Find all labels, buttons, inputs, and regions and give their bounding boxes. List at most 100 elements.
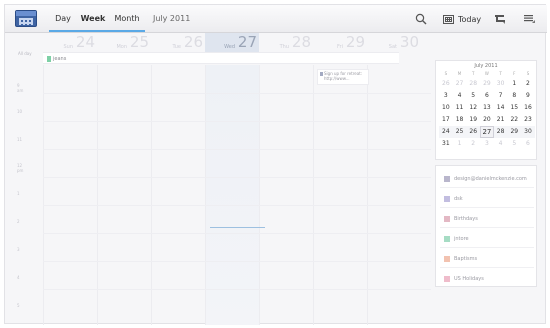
mini-day[interactable]: 28 xyxy=(493,126,508,138)
mini-day[interactable]: 4 xyxy=(494,138,508,150)
tab-week[interactable]: Week xyxy=(77,5,109,33)
mini-day[interactable]: 25 xyxy=(452,126,467,138)
mini-day[interactable]: 4 xyxy=(453,90,467,102)
calendar-list-item[interactable]: design@danielmckenzie.com xyxy=(444,174,527,184)
calendar-list-item[interactable]: jntore xyxy=(444,234,469,244)
mini-day[interactable]: 2 xyxy=(466,138,480,150)
mini-month-calendar: July 2011 S M T W T F S 26 27 28 29 30 1… xyxy=(435,60,537,160)
calendar-list-item[interactable]: dsk xyxy=(444,194,463,204)
day-column-today[interactable] xyxy=(205,65,259,325)
tab-day[interactable]: Day xyxy=(49,5,77,33)
calendar-select-icon[interactable] xyxy=(494,14,506,24)
calendar-app-icon[interactable] xyxy=(15,10,37,27)
calendar-list-item[interactable]: US Holidays xyxy=(444,274,484,284)
day-header-sun[interactable]: Sun 24 xyxy=(43,33,97,52)
mini-day[interactable]: 29 xyxy=(507,126,522,138)
mini-month-week: 17 18 19 20 21 22 23 xyxy=(439,114,535,126)
mini-day[interactable]: 15 xyxy=(507,102,521,114)
mini-day[interactable]: 24 xyxy=(439,126,453,138)
day-name: Mon xyxy=(116,44,127,50)
mini-day[interactable]: 14 xyxy=(494,102,508,114)
mini-day[interactable]: 22 xyxy=(507,114,521,126)
mini-day[interactable]: 1 xyxy=(453,138,467,150)
event-color-chip xyxy=(320,72,323,76)
day-header-sat[interactable]: Sat 30 xyxy=(367,33,421,52)
mini-day[interactable]: 20 xyxy=(480,114,494,126)
mini-day[interactable]: 8 xyxy=(507,90,521,102)
hour-line xyxy=(43,289,431,290)
mini-day[interactable]: 7 xyxy=(494,90,508,102)
mini-day[interactable]: 17 xyxy=(439,114,453,126)
calendar-name: Baptisms xyxy=(454,256,478,262)
mini-day[interactable]: 21 xyxy=(494,114,508,126)
day-header-thu[interactable]: Thu 28 xyxy=(259,33,313,52)
hour-label: 10 xyxy=(17,109,23,114)
mini-day[interactable]: 6 xyxy=(521,138,535,150)
mini-day[interactable]: 27 xyxy=(453,78,467,90)
divider xyxy=(440,247,534,248)
week-grid[interactable] xyxy=(43,65,431,325)
week-day-header: All day Sun 24 Mon 25 Tue 26 Wed 27 Thu … xyxy=(5,33,547,56)
allday-event[interactable]: jeans xyxy=(47,55,66,63)
day-header-mon[interactable]: Mon 25 xyxy=(97,33,151,52)
mini-day[interactable]: 28 xyxy=(466,78,480,90)
search-icon[interactable] xyxy=(415,13,427,25)
calendar-color-swatch xyxy=(444,196,450,202)
hour-line xyxy=(43,261,431,262)
tab-month[interactable]: Month xyxy=(109,5,145,33)
day-header-fri[interactable]: Fri 29 xyxy=(313,33,367,52)
hour-label: 3 xyxy=(17,247,20,252)
mini-day[interactable]: 3 xyxy=(480,138,494,150)
mini-day[interactable]: 31 xyxy=(439,138,453,150)
mini-day[interactable]: 9 xyxy=(521,90,535,102)
mini-day[interactable]: 6 xyxy=(480,90,494,102)
day-number: 27 xyxy=(237,33,257,51)
day-column[interactable] xyxy=(151,65,205,325)
day-column[interactable] xyxy=(97,65,151,325)
mini-day[interactable]: 23 xyxy=(521,114,535,126)
today-button[interactable]: Today xyxy=(443,11,481,27)
mini-day-today[interactable]: 27 xyxy=(480,126,494,138)
day-column[interactable] xyxy=(43,65,97,325)
mini-day[interactable]: 16 xyxy=(521,102,535,114)
calendar-color-swatch xyxy=(444,216,450,222)
calendar-list-item[interactable]: Baptisms xyxy=(444,254,477,264)
day-header-tue[interactable]: Tue 26 xyxy=(151,33,205,52)
allday-row[interactable]: jeans xyxy=(43,52,399,64)
mini-day[interactable]: 10 xyxy=(439,102,453,114)
mini-day[interactable]: 5 xyxy=(466,90,480,102)
divider xyxy=(440,267,534,268)
day-name: Wed xyxy=(224,44,235,50)
day-column[interactable] xyxy=(367,65,421,325)
mini-day[interactable]: 18 xyxy=(453,114,467,126)
mini-day[interactable]: 26 xyxy=(439,78,453,90)
mini-day[interactable]: 11 xyxy=(453,102,467,114)
current-time-line xyxy=(210,227,265,228)
hour-line xyxy=(43,233,431,234)
day-number: 28 xyxy=(291,33,311,51)
dow-label: T xyxy=(499,71,502,76)
mini-day[interactable]: 30 xyxy=(494,78,508,90)
calendar-list-item[interactable]: Birthdays xyxy=(444,214,478,224)
mini-day[interactable]: 26 xyxy=(466,126,481,138)
mini-day[interactable]: 3 xyxy=(439,90,453,102)
day-header-wed[interactable]: Wed 27 xyxy=(205,33,259,52)
mini-day[interactable]: 19 xyxy=(466,114,480,126)
menu-icon[interactable] xyxy=(524,14,535,24)
mini-day[interactable]: 5 xyxy=(507,138,521,150)
event-block[interactable]: Sign up for retreat: http://www... xyxy=(317,69,369,85)
mini-day[interactable]: 2 xyxy=(521,78,535,90)
calendar-app-icon-header xyxy=(16,11,36,16)
day-column[interactable] xyxy=(259,65,313,325)
hour-label: 11 xyxy=(17,137,23,142)
dow-label: F xyxy=(513,71,516,76)
mini-day[interactable]: 12 xyxy=(466,102,480,114)
day-column[interactable] xyxy=(313,65,367,325)
day-number: 30 xyxy=(399,33,419,51)
mini-day[interactable]: 1 xyxy=(507,78,521,90)
mini-day[interactable]: 30 xyxy=(521,126,535,138)
mini-day[interactable]: 13 xyxy=(480,102,494,114)
mini-day[interactable]: 29 xyxy=(480,78,494,90)
mini-month-week-selected: 24 25 26 27 28 29 30 xyxy=(439,126,535,138)
day-number: 25 xyxy=(129,33,149,51)
